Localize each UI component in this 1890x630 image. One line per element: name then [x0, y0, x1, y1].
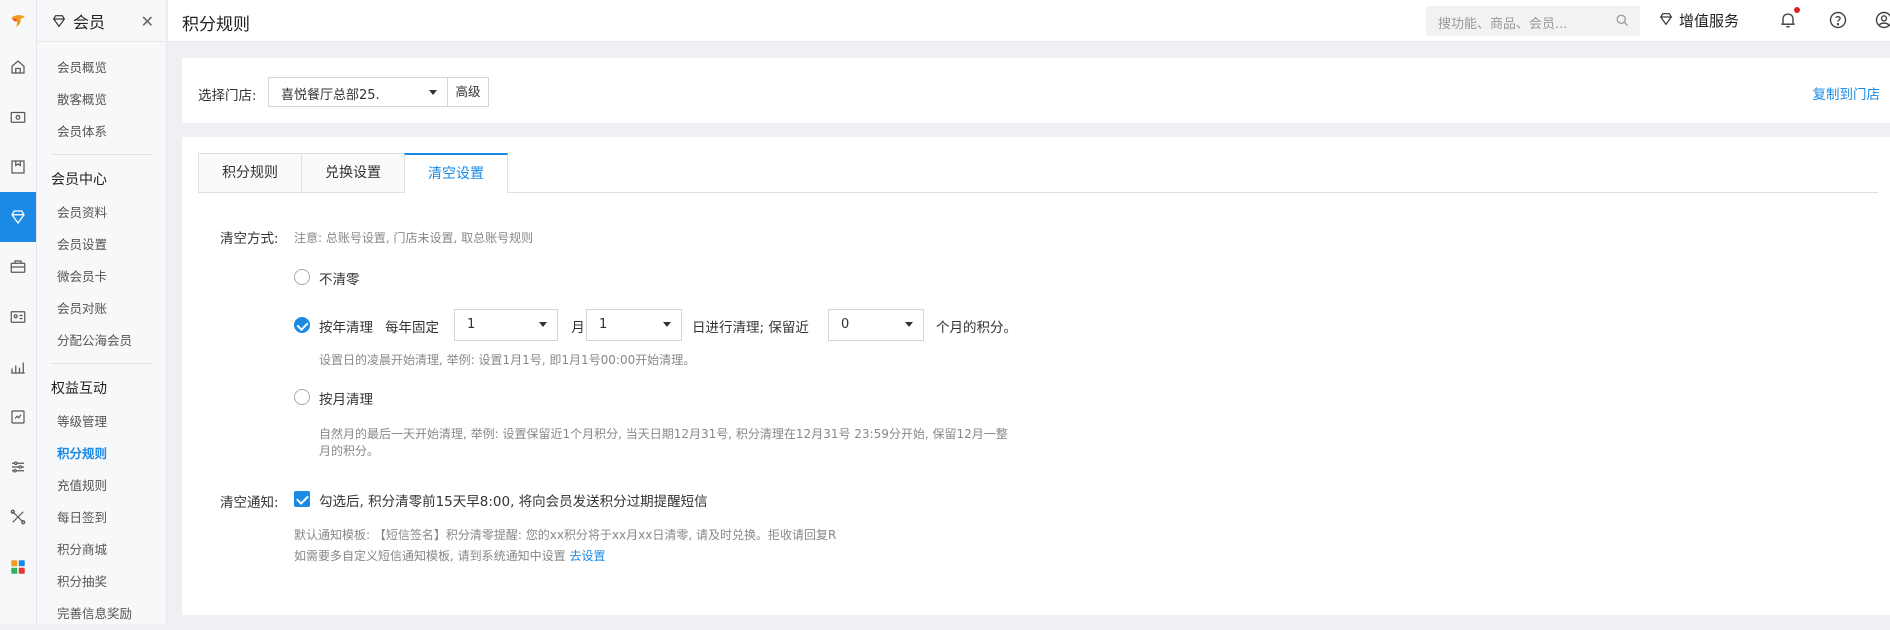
keep-months-select[interactable]: 0 [828, 309, 924, 341]
diamond-icon [1658, 11, 1674, 31]
menu-header: 会员 ✕ [37, 0, 166, 42]
icon-rail [0, 0, 37, 624]
notification-dot [1794, 7, 1800, 13]
store-select-value: 喜悦餐厅总部25. [281, 84, 380, 103]
finance-icon[interactable] [0, 392, 36, 442]
apps-icon[interactable] [0, 542, 36, 592]
monthly-hint-line1: 自然月的最后一天开始清理, 举例: 设置保留近1个月积分, 当天日期12月31号… [319, 425, 1008, 442]
top-bar: 积分规则 搜功能、商品、会员... 增值服务 [168, 0, 1890, 42]
menu-item-active[interactable]: 积分规则 [37, 438, 166, 470]
tab-points-rules[interactable]: 积分规则 [198, 153, 302, 193]
close-icon[interactable]: ✕ [141, 12, 154, 31]
menu-item[interactable]: 会员设置 [37, 229, 166, 261]
day-text: 日进行清理; 保留近 [692, 316, 809, 336]
radio-yearly-clear-label: 按年清理 [319, 316, 373, 336]
day-select-value: 1 [599, 317, 607, 332]
menu-item[interactable]: 完善信息奖励 [37, 598, 166, 630]
notify-checkbox-label: 勾选后, 积分清零前15天早8:00, 将向会员发送积分过期提醒短信 [319, 490, 708, 510]
help-icon[interactable] [1828, 10, 1848, 34]
menu-item[interactable]: 积分抽奖 [37, 566, 166, 598]
search-input[interactable]: 搜功能、商品、会员... [1426, 6, 1640, 36]
staff-icon[interactable] [0, 292, 36, 342]
menu-divider [51, 154, 152, 155]
store-label: 选择门店: [198, 84, 257, 104]
day-select[interactable]: 1 [586, 309, 682, 341]
chevron-down-icon [429, 90, 437, 95]
menu-item[interactable]: 会员体系 [37, 116, 166, 148]
keep-months-unit: 个月的积分。 [936, 316, 1017, 336]
clear-settings-card: 积分规则 兑换设置 清空设置 清空方式: 注意: 总账号设置, 门店未设置, 取… [182, 137, 1890, 615]
member-icon[interactable] [0, 192, 36, 242]
menu-item[interactable]: 充值规则 [37, 470, 166, 502]
menu-item[interactable]: 等级管理 [37, 406, 166, 438]
settings-icon[interactable] [0, 442, 36, 492]
marketing-icon[interactable] [0, 242, 36, 292]
radio-no-clear[interactable] [294, 269, 310, 285]
monthly-hint-line2: 月的积分。 [319, 442, 379, 459]
custom-template-note: 如需要多自定义短信通知模板, 请到系统通知中设置 去设置 [294, 547, 605, 564]
menu-item[interactable]: 每日签到 [37, 502, 166, 534]
menu-item[interactable]: 分配公海会员 [37, 325, 166, 357]
chevron-down-icon [539, 322, 547, 327]
secondary-menu: 会员 ✕ 会员概览 散客概览 会员体系 会员中心 会员资料 会员设置 微会员卡 … [37, 0, 167, 624]
yearly-fixed-text: 每年固定 [385, 316, 439, 336]
menu-group-title: 会员中心 [37, 163, 166, 197]
search-icon[interactable] [1615, 13, 1630, 32]
menu-divider [51, 363, 152, 364]
radio-yearly-clear[interactable] [294, 317, 310, 333]
keep-months-value: 0 [841, 317, 849, 332]
store-select-card: 选择门店: 喜悦餐厅总部25. 高级 复制到门店 [182, 58, 1890, 123]
value-added-label: 增值服务 [1679, 10, 1739, 31]
tab-bar: 积分规则 兑换设置 清空设置 [198, 153, 1878, 193]
report-icon[interactable] [0, 342, 36, 392]
notify-checkbox[interactable] [294, 491, 310, 507]
radio-monthly-clear[interactable] [294, 389, 310, 405]
clear-notify-label: 清空通知: [220, 491, 279, 511]
menu-item[interactable]: 微会员卡 [37, 261, 166, 293]
search-placeholder: 搜功能、商品、会员... [1438, 13, 1567, 32]
page-title: 积分规则 [182, 10, 250, 35]
menu-item[interactable]: 会员对账 [37, 293, 166, 325]
bell-icon[interactable] [1778, 10, 1798, 34]
clear-method-note: 注意: 总账号设置, 门店未设置, 取总账号规则 [294, 229, 533, 246]
cashier-icon[interactable] [0, 92, 36, 142]
brand-logo[interactable] [0, 0, 36, 42]
advanced-button[interactable]: 高级 [447, 77, 489, 107]
home-icon[interactable] [0, 42, 36, 92]
yearly-hint: 设置日的凌晨开始清理, 举例: 设置1月1号, 即1月1号00:00开始清理。 [319, 351, 695, 368]
menu-list: 会员概览 散客概览 会员体系 会员中心 会员资料 会员设置 微会员卡 会员对账 … [37, 42, 166, 630]
tab-exchange-settings[interactable]: 兑换设置 [301, 153, 405, 193]
value-added-button[interactable]: 增值服务 [1658, 10, 1739, 31]
menu-item[interactable]: 会员概览 [37, 52, 166, 84]
diamond-icon [51, 13, 67, 29]
go-settings-link[interactable]: 去设置 [569, 549, 605, 563]
goods-icon[interactable] [0, 142, 36, 192]
store-select[interactable]: 喜悦餐厅总部25. [268, 77, 448, 107]
template-note: 默认通知模板: 【短信签名】积分清零提醒: 您的xx积分将于xx月xx日清零, … [294, 526, 836, 543]
radio-monthly-clear-label: 按月清理 [319, 388, 373, 408]
month-select[interactable]: 1 [454, 309, 558, 341]
menu-item[interactable]: 散客概览 [37, 84, 166, 116]
tools-icon[interactable] [0, 492, 36, 542]
menu-title: 会员 [73, 9, 105, 33]
custom-template-text: 如需要多自定义短信通知模板, 请到系统通知中设置 [294, 549, 566, 563]
brand-logo-icon [9, 12, 27, 30]
menu-item[interactable]: 积分商城 [37, 534, 166, 566]
tab-clear-settings[interactable]: 清空设置 [404, 153, 508, 194]
chevron-down-icon [663, 322, 671, 327]
radio-no-clear-label: 不清零 [319, 268, 360, 288]
menu-item[interactable]: 会员资料 [37, 197, 166, 229]
user-icon[interactable] [1874, 10, 1890, 34]
chevron-down-icon [905, 322, 913, 327]
clear-method-label: 清空方式: [220, 227, 279, 247]
copy-to-store-link[interactable]: 复制到门店 [1813, 83, 1881, 103]
month-select-value: 1 [467, 317, 475, 332]
menu-group-title: 权益互动 [37, 372, 166, 406]
